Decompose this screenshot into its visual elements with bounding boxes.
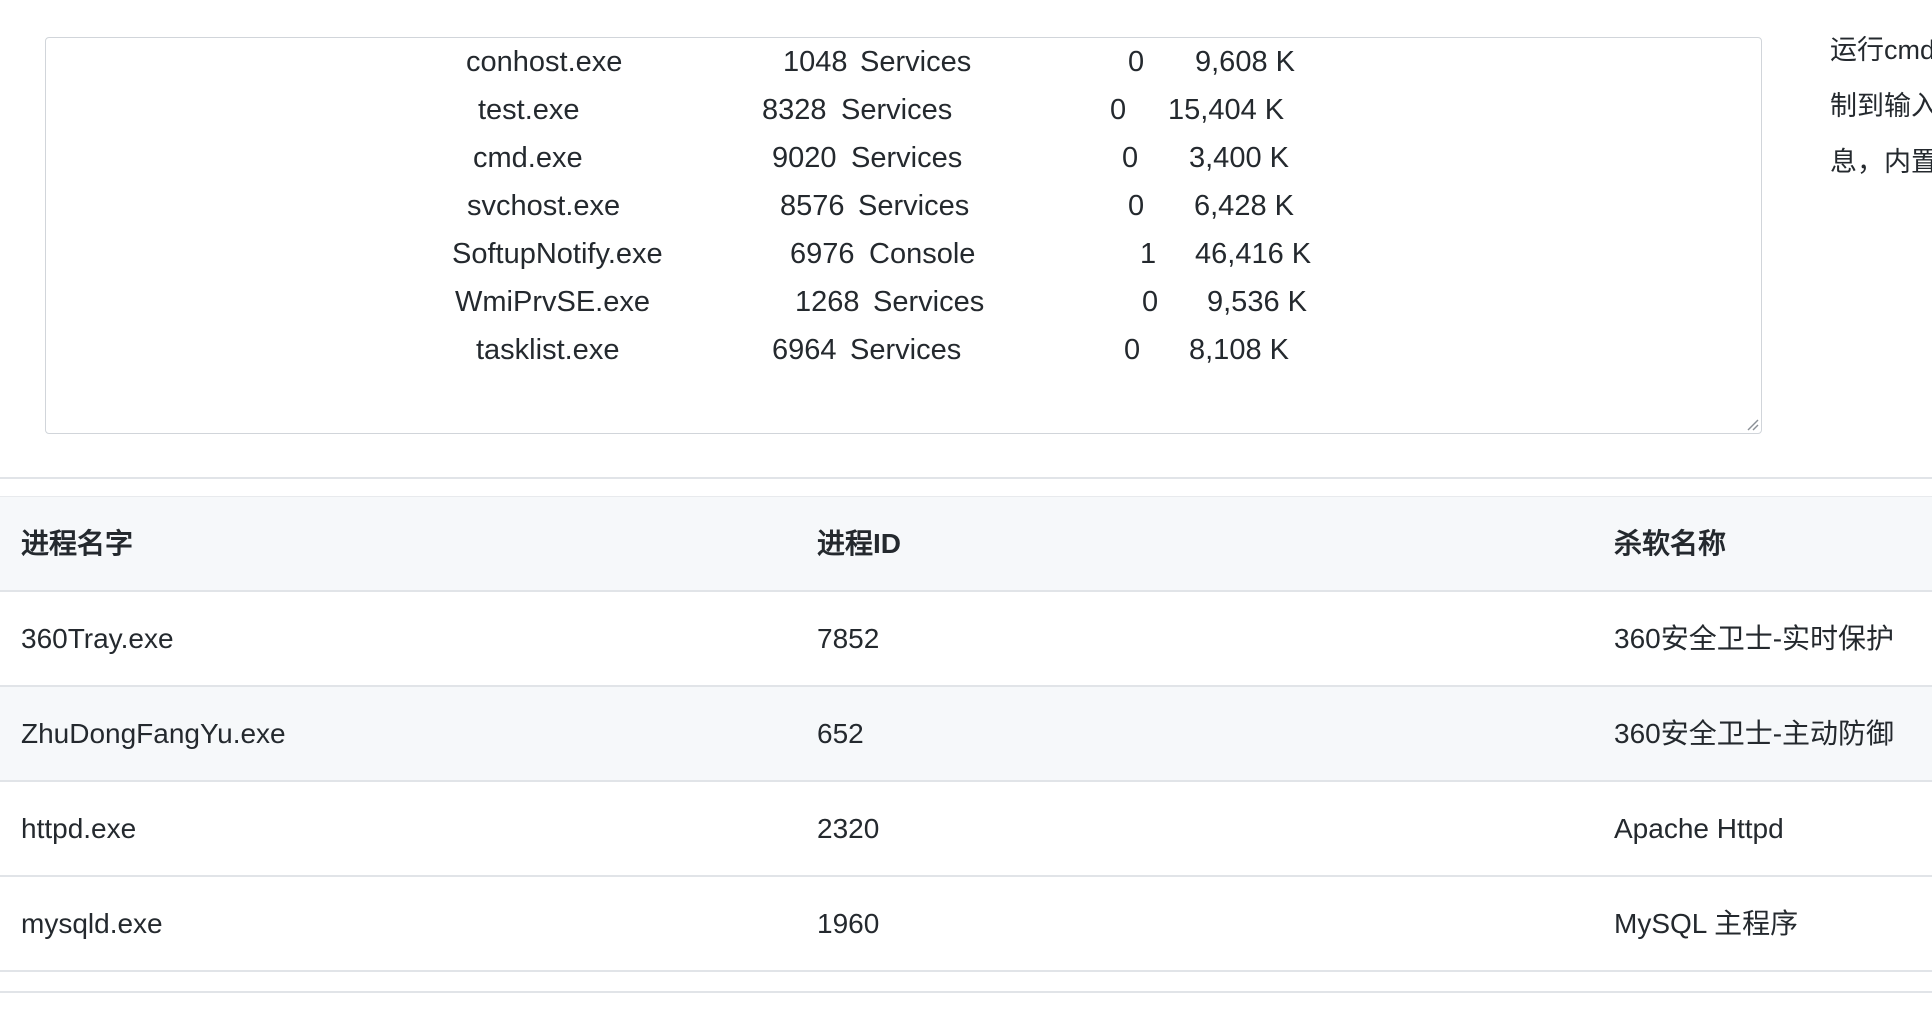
process-session-num: 0 xyxy=(1124,334,1141,366)
cell-process-id: 2320 xyxy=(817,813,880,844)
column-header-process-name: 进程名字 xyxy=(21,528,134,559)
side-description-line: 制到输入 xyxy=(1830,91,1932,121)
table-row: 360Tray.exe 7852 360安全卫士-实时保护 xyxy=(0,592,1932,687)
process-pid: 6964 xyxy=(772,334,837,366)
column-header-process-id: 进程ID xyxy=(817,528,902,559)
process-memory: 6,428 K xyxy=(1194,190,1294,222)
process-memory: 46,416 K xyxy=(1195,238,1312,270)
process-pid: 8328 xyxy=(762,94,827,126)
tasklist-output-textarea[interactable]: conhost.exe 1048 Services 0 9,608 K test… xyxy=(45,37,1762,434)
cell-av-name: Apache Httpd xyxy=(1614,813,1784,844)
cell-process-id: 1960 xyxy=(817,908,880,939)
process-pid: 1048 xyxy=(783,46,848,78)
cell-av-name: 360安全卫士-主动防御 xyxy=(1614,718,1895,749)
process-session-num: 0 xyxy=(1142,286,1159,318)
cell-av-name: 360安全卫士-实时保护 xyxy=(1614,623,1895,654)
process-pid: 8576 xyxy=(780,190,845,222)
process-session-num: 1 xyxy=(1140,238,1157,270)
process-session: Services xyxy=(860,46,972,78)
section-divider xyxy=(0,991,1932,993)
process-memory: 3,400 K xyxy=(1189,142,1289,174)
tasklist-line: conhost.exe 1048 Services 0 9,608 K xyxy=(46,38,1761,86)
tasklist-line: WmiPrvSE.exe 1268 Services 0 9,536 K xyxy=(46,278,1761,326)
process-session: Services xyxy=(851,142,963,174)
process-session-num: 0 xyxy=(1122,142,1139,174)
cell-process-name: httpd.exe xyxy=(21,813,137,844)
process-name: cmd.exe xyxy=(473,142,583,174)
process-memory: 15,404 K xyxy=(1168,94,1285,126)
process-session: Console xyxy=(869,238,976,270)
process-name: tasklist.exe xyxy=(476,334,620,366)
process-pid: 9020 xyxy=(772,142,837,174)
cell-process-id: 7852 xyxy=(817,623,880,654)
tasklist-line: tasklist.exe 6964 Services 0 8,108 K xyxy=(46,326,1761,374)
process-name: test.exe xyxy=(478,94,580,126)
cell-process-name: 360Tray.exe xyxy=(21,623,174,654)
process-session: Services xyxy=(858,190,970,222)
process-name: WmiPrvSE.exe xyxy=(455,286,650,318)
process-session-num: 0 xyxy=(1110,94,1127,126)
process-session: Services xyxy=(873,286,985,318)
column-header-av-name: 杀软名称 xyxy=(1614,528,1727,559)
cell-process-id: 652 xyxy=(817,718,864,749)
process-memory: 9,536 K xyxy=(1207,286,1307,318)
process-session-num: 0 xyxy=(1128,190,1145,222)
process-pid: 1268 xyxy=(795,286,860,318)
process-memory: 8,108 K xyxy=(1189,334,1289,366)
process-name: conhost.exe xyxy=(466,46,623,78)
resize-handle-icon[interactable] xyxy=(1745,417,1759,431)
tasklist-line: test.exe 8328 Services 0 15,404 K xyxy=(46,86,1761,134)
table-header-row: 进程名字 进程ID 杀软名称 xyxy=(0,496,1932,592)
cell-av-name: MySQL 主程序 xyxy=(1614,908,1799,939)
tasklist-line: cmd.exe 9020 Services 0 3,400 K xyxy=(46,134,1761,182)
table-row: httpd.exe 2320 Apache Httpd xyxy=(0,782,1932,877)
process-session: Services xyxy=(850,334,962,366)
cell-process-name: mysqld.exe xyxy=(21,908,163,939)
tasklist-line: svchost.exe 8576 Services 0 6,428 K xyxy=(46,182,1761,230)
process-name: SoftupNotify.exe xyxy=(452,238,663,270)
side-description: 运行cmd 制到输入 息，内置 xyxy=(1830,22,1932,190)
side-description-line: 运行cmd xyxy=(1830,35,1932,65)
process-pid: 6976 xyxy=(790,238,855,270)
process-session-num: 0 xyxy=(1128,46,1145,78)
process-session: Services xyxy=(841,94,953,126)
process-memory: 9,608 K xyxy=(1195,46,1295,78)
cell-process-name: ZhuDongFangYu.exe xyxy=(21,718,286,749)
table-row: ZhuDongFangYu.exe 652 360安全卫士-主动防御 xyxy=(0,687,1932,782)
tasklist-line: SoftupNotify.exe 6976 Console 1 46,416 K xyxy=(46,230,1761,278)
process-name: svchost.exe xyxy=(467,190,621,222)
side-description-line: 息，内置 xyxy=(1830,147,1932,177)
table-row: mysqld.exe 1960 MySQL 主程序 xyxy=(0,877,1932,972)
antivirus-process-table: 进程名字 进程ID 杀软名称 360Tray.exe 7852 360安全卫士-… xyxy=(0,496,1932,972)
section-divider xyxy=(0,477,1932,479)
